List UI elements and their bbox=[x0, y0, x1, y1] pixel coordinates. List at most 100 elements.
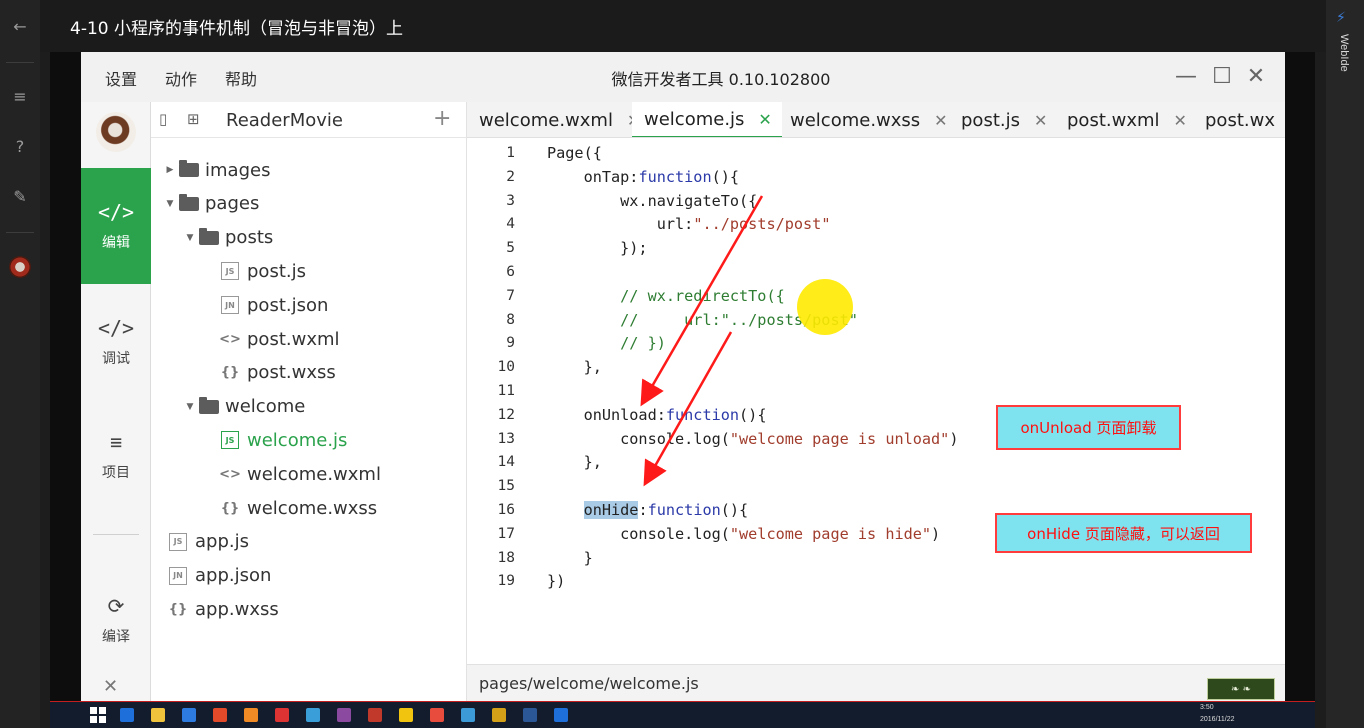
code-line[interactable]: 6 bbox=[467, 260, 1285, 284]
sidebar-item-project[interactable]: ≡ 项目 bbox=[81, 398, 151, 514]
code-line[interactable]: 15 bbox=[467, 474, 1285, 498]
close-icon[interactable]: ✕ bbox=[1242, 62, 1270, 90]
taskbar-app-icon[interactable] bbox=[492, 708, 506, 722]
code-editor[interactable]: 1 Page({2 onTap:function(){3 wx.navigateT… bbox=[467, 138, 1285, 664]
file-item[interactable]: JN post.json bbox=[221, 289, 328, 321]
file-item[interactable]: <> welcome.wxml bbox=[219, 458, 381, 490]
code-line[interactable]: 1 Page({ bbox=[467, 141, 1285, 165]
file-item[interactable]: JS welcome.js bbox=[221, 424, 347, 456]
tab-post-js[interactable]: post.js ✕ bbox=[961, 102, 1047, 137]
line-number: 17 bbox=[497, 525, 515, 542]
tab-close-icon[interactable]: ✕ bbox=[1034, 111, 1047, 130]
file-item[interactable]: <> post.wxml bbox=[219, 323, 339, 355]
player-header: 4-10 小程序的事件机制（冒泡与非冒泡）上 bbox=[40, 0, 1326, 52]
code-text: wx.navigateTo({ bbox=[547, 189, 757, 213]
taskbar-app-icon[interactable] bbox=[399, 708, 413, 722]
tab-close-icon[interactable]: ✕ bbox=[758, 110, 771, 129]
sidebar-item-edit[interactable]: </> 编辑 bbox=[81, 168, 151, 284]
tree-view-icon[interactable]: ⊞ bbox=[187, 110, 200, 128]
user-avatar[interactable] bbox=[9, 256, 31, 278]
folder-item[interactable]: ▼ welcome bbox=[183, 391, 306, 423]
tab-close-icon[interactable]: ✕ bbox=[934, 111, 947, 130]
code-line[interactable]: 7 // wx.redirectTo({ bbox=[467, 284, 1285, 308]
back-arrow-icon[interactable]: ← bbox=[0, 6, 40, 46]
taskbar-app-icon[interactable] bbox=[554, 708, 568, 722]
sidebar-item-compile[interactable]: ⟳ 编译 bbox=[81, 562, 151, 678]
tree-item-label: app.json bbox=[195, 565, 272, 587]
taskbar-app-icon[interactable] bbox=[151, 708, 165, 722]
code-line[interactable]: 10 }, bbox=[467, 355, 1285, 379]
add-file-icon[interactable]: + bbox=[433, 106, 451, 131]
taskbar-app-icon[interactable] bbox=[244, 708, 258, 722]
code-line[interactable]: 2 onTap:function(){ bbox=[467, 165, 1285, 189]
player-left-rail: ← ≡ ? ✎ bbox=[0, 0, 40, 728]
tab-welcome-wxml[interactable]: welcome.wxml✕ bbox=[479, 102, 640, 137]
sidebar-item-debug[interactable]: </> 调试 bbox=[81, 284, 151, 400]
project-avatar[interactable] bbox=[96, 112, 136, 152]
folder-item[interactable]: ▼ pages bbox=[163, 188, 260, 220]
code-line[interactable]: 4 url:"../posts/post" bbox=[467, 212, 1285, 236]
taskbar-app-icon[interactable] bbox=[368, 708, 382, 722]
tab-label: welcome.js bbox=[644, 108, 745, 130]
chevron-down-icon[interactable]: ▼ bbox=[163, 199, 177, 209]
close-panel-icon[interactable]: ✕ bbox=[103, 676, 118, 697]
line-number: 10 bbox=[497, 359, 515, 376]
taskbar-app-icon[interactable] bbox=[461, 708, 475, 722]
menu-help[interactable]: 帮助 bbox=[225, 66, 257, 90]
folder-icon bbox=[199, 227, 219, 245]
chevron-down-icon[interactable]: ▼ bbox=[183, 233, 197, 243]
taskbar-app-icon[interactable] bbox=[430, 708, 444, 722]
windows-start-icon[interactable] bbox=[90, 707, 106, 723]
tab-close-icon[interactable]: ✕ bbox=[1174, 111, 1187, 130]
taskbar-app-icon[interactable] bbox=[120, 708, 134, 722]
taskbar-app-icon[interactable] bbox=[275, 708, 289, 722]
code-line[interactable]: 5 }); bbox=[467, 236, 1285, 260]
file-item[interactable]: {} app.wxss bbox=[169, 593, 279, 625]
question-icon[interactable]: ? bbox=[0, 126, 40, 166]
file-tree-header: ▯ ⊞ ReaderMovie + bbox=[151, 102, 467, 138]
code-line[interactable]: 8 // url:"../posts/post" bbox=[467, 308, 1285, 332]
tab-label: post.wxml bbox=[1067, 109, 1160, 131]
code-line[interactable]: 11 bbox=[467, 379, 1285, 403]
wxss-file-icon: {} bbox=[168, 601, 188, 617]
devtools-titlebar: 微信开发者工具 0.10.102800 设置 动作 帮助 — ☐ ✕ bbox=[81, 52, 1285, 102]
code-line[interactable]: 3 wx.navigateTo({ bbox=[467, 189, 1285, 213]
annotation-onunload: onUnload 页面卸载 bbox=[996, 405, 1181, 450]
folder-item[interactable]: ▶ images bbox=[163, 154, 271, 186]
file-item[interactable]: JS post.js bbox=[221, 255, 306, 287]
file-item[interactable]: {} post.wxss bbox=[221, 357, 336, 389]
tab-post-wx[interactable]: post.wx bbox=[1205, 102, 1275, 137]
menu-icon[interactable]: ≡ bbox=[0, 76, 40, 116]
taskbar-app-icon[interactable] bbox=[213, 708, 227, 722]
menu-settings[interactable]: 设置 bbox=[105, 66, 137, 90]
menu-actions[interactable]: 动作 bbox=[165, 66, 197, 90]
chevron-right-icon[interactable]: ▶ bbox=[163, 165, 177, 175]
webide-logo-icon: ⚡ bbox=[1336, 10, 1346, 26]
tab-post-wxml[interactable]: post.wxml ✕ bbox=[1067, 102, 1187, 137]
chevron-down-icon[interactable]: ▼ bbox=[183, 402, 197, 412]
maximize-icon[interactable]: ☐ bbox=[1208, 62, 1236, 90]
file-item[interactable]: JS app.js bbox=[169, 526, 249, 558]
pencil-icon[interactable]: ✎ bbox=[0, 176, 40, 216]
taskbar-app-icon[interactable] bbox=[182, 708, 196, 722]
minimize-icon[interactable]: — bbox=[1172, 62, 1200, 90]
taskbar-app-icon[interactable] bbox=[523, 708, 537, 722]
code-line[interactable]: 19}) bbox=[467, 569, 1285, 593]
code-line[interactable]: 14 }, bbox=[467, 450, 1285, 474]
code-line[interactable]: 9 // }) bbox=[467, 331, 1285, 355]
folder-icon bbox=[179, 193, 199, 211]
watermark-stamp: ❧ ❧ bbox=[1207, 678, 1275, 700]
wxss-file-icon: {} bbox=[220, 365, 240, 381]
file-item[interactable]: JN app.json bbox=[169, 560, 271, 592]
webide-tab[interactable]: WebIde bbox=[1338, 34, 1350, 72]
tab-label: post.js bbox=[961, 109, 1020, 131]
tab-welcome-js[interactable]: welcome.js ✕ bbox=[632, 102, 782, 137]
code-text: }, bbox=[547, 355, 602, 379]
phone-icon[interactable]: ▯ bbox=[159, 110, 167, 128]
tab-welcome-wxss[interactable]: welcome.wxss ✕ bbox=[790, 102, 948, 137]
tree-item-label: welcome.js bbox=[247, 429, 348, 451]
taskbar-app-icon[interactable] bbox=[306, 708, 320, 722]
taskbar-app-icon[interactable] bbox=[337, 708, 351, 722]
file-item[interactable]: {} welcome.wxss bbox=[221, 492, 377, 524]
folder-item[interactable]: ▼ posts bbox=[183, 222, 274, 254]
